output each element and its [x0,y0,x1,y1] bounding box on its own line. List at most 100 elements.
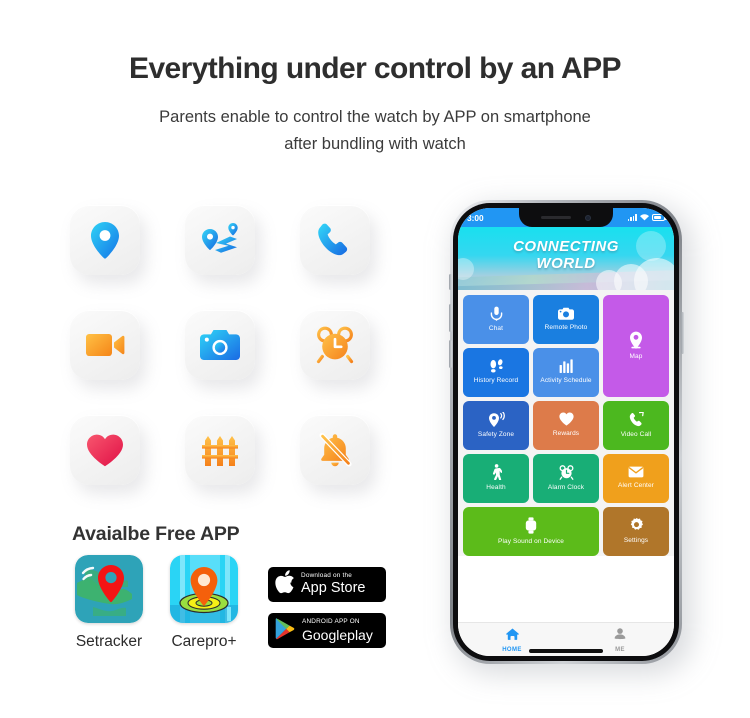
tile-activity-schedule[interactable]: Activity Schedule [533,348,599,397]
tile-remote-photo[interactable]: Remote Photo [533,295,599,344]
tile-video-call-label: Video Call [620,430,652,438]
phone-screen: 3:00 CONNECTING WORLD Chat Remote Photo … [458,208,674,656]
banner-title-line2: WORLD [536,255,596,272]
battery-icon [652,214,667,221]
google-play-word2: play [347,626,373,643]
app-store-text: Download on the App Store [301,572,366,597]
watch-icon [525,517,537,534]
phone-mockup: 3:00 CONNECTING WORLD Chat Remote Photo … [440,196,712,681]
earpiece-speaker-icon [541,215,571,220]
feature-tile-alarm [300,310,370,380]
tile-alert-center[interactable]: Alert Center [603,454,669,503]
home-indicator [529,649,603,653]
microphone-icon [490,306,503,321]
app-carepro[interactable]: Carepro+ [158,555,250,651]
page-subtitle-line2: after bundling with watch [284,135,466,153]
fence-icon [202,432,238,468]
nav-item-me-label: ME [615,646,625,653]
safety-zone-icon [488,411,505,427]
photo-camera-icon [200,328,240,362]
app-setracker[interactable]: Setracker [63,555,155,651]
person-icon [614,627,626,645]
tile-settings-label: Settings [623,536,649,544]
tile-play-sound[interactable]: Play Sound on Device [463,507,599,556]
signal-bars-icon [627,214,637,221]
route-map-icon [199,221,241,259]
status-bar-time: 3:00 [467,212,484,223]
phone-body: 3:00 CONNECTING WORLD Chat Remote Photo … [453,203,679,661]
tile-video-call[interactable]: Video Call [603,401,669,450]
google-play-big-text: Googleplay [302,628,373,642]
app-carepro-label: Carepro+ [171,633,237,650]
banner-title-line1: CONNECTING [513,238,619,255]
cloud-shape [596,270,622,290]
phone-frame: 3:00 CONNECTING WORLD Chat Remote Photo … [448,200,684,664]
carepro-app-icon [170,555,238,623]
tile-health[interactable]: Health [463,454,529,503]
location-pin-icon [87,220,123,260]
app-banner: CONNECTING WORLD [458,227,674,290]
wifi-icon [640,213,649,223]
heart-icon [558,412,574,426]
tile-rewards-label: Rewards [552,430,580,438]
tile-history-record[interactable]: History Record [463,348,529,397]
phone-call-icon [316,221,354,259]
tile-safety-zone-label: Safety Zone [477,430,515,438]
tile-activity-schedule-label: Activity Schedule [540,377,592,385]
tile-chat-label: Chat [488,324,504,332]
feature-tile-fence [185,415,255,485]
phone-silent-switch [448,274,452,290]
feature-tile-video [70,310,140,380]
status-bar-indicators [627,213,667,223]
video-phone-icon [629,411,644,427]
tile-play-sound-label: Play Sound on Device [498,537,564,545]
tile-remote-photo-label: Remote Photo [544,323,588,331]
tile-alarm-clock[interactable]: Alarm Clock [533,454,599,503]
page-subtitle-line1: Parents enable to control the watch by A… [159,108,591,126]
feature-tile-heart [70,415,140,485]
app-setracker-label: Setracker [75,633,143,650]
alarm-icon [559,464,574,480]
phone-power-button [680,312,684,354]
tile-chat[interactable]: Chat [463,295,529,344]
google-play-logo-icon [275,617,296,645]
camera-icon [558,307,574,320]
page-subtitle: Parents enable to control the watch by A… [0,104,750,158]
phone-notch [519,208,613,227]
map-pin-icon [629,331,643,349]
google-play-button[interactable]: ANDROID APP ON Googleplay [268,613,386,648]
bar-chart-icon [559,359,574,374]
feature-tile-phone [300,205,370,275]
footprints-icon [489,359,504,373]
tile-alarm-clock-label: Alarm Clock [547,483,585,491]
heart-icon [86,433,124,467]
app-tile-grid: Chat Remote Photo Map History Record Act… [458,290,674,556]
tile-settings[interactable]: Settings [603,507,669,556]
front-camera-icon [585,214,591,221]
google-play-text: ANDROID APP ON Googleplay [302,618,373,642]
alarm-clock-icon [316,326,354,364]
video-camera-icon [85,331,125,359]
tile-safety-zone[interactable]: Safety Zone [463,401,529,450]
app-store-small-text: Download on the [301,572,352,580]
phone-volume-up-button [448,304,452,332]
apple-logo-icon [275,570,295,599]
walking-person-icon [490,464,502,481]
feature-tile-silent [300,415,370,485]
feature-icon-grid [70,205,370,495]
app-store-big-text: App Store [301,580,366,597]
app-store-button[interactable]: Download on the App Store [268,567,386,602]
banner-title: CONNECTING WORLD [458,238,674,272]
tile-map[interactable]: Map [603,295,669,397]
home-icon [505,627,519,645]
nav-item-home-label: HOME [502,646,522,653]
tile-alert-center-label: Alert Center [618,482,654,490]
gear-icon [629,517,644,533]
tile-rewards[interactable]: Rewards [533,401,599,450]
envelope-icon [628,466,644,478]
tile-history-record-label: History Record [473,377,519,385]
available-apps-title: Avaialbe Free APP [72,523,240,545]
tile-map-label: Map [629,352,643,360]
google-play-small-text: ANDROID APP ON [302,618,360,626]
feature-tile-camera [185,310,255,380]
